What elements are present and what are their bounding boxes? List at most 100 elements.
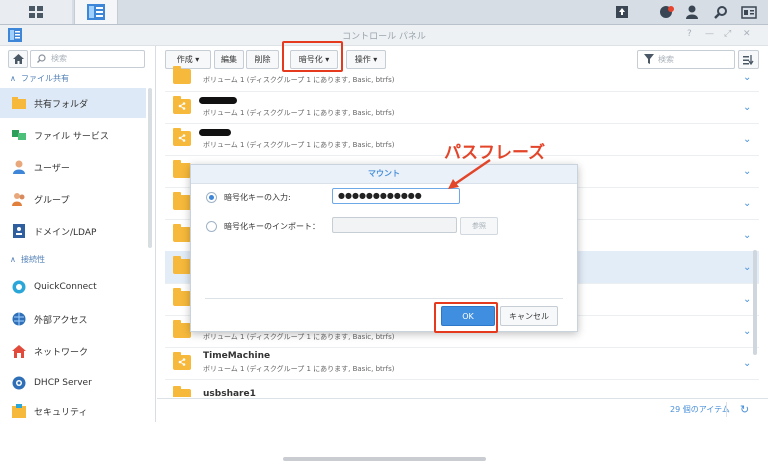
globe-icon [12, 312, 26, 326]
redacted-name [199, 129, 231, 136]
sidebar-item-network[interactable]: ネットワーク [0, 336, 146, 366]
radio-import-key[interactable] [206, 221, 217, 232]
user-icon [686, 5, 698, 19]
row-name: usbshare1 [203, 389, 256, 397]
row-volume: ボリューム 1 (ディスクグループ 1 にあります, Basic, btrfs) [203, 333, 395, 341]
folder-icon [173, 320, 191, 338]
dialog-divider [205, 298, 563, 299]
share-icon [178, 102, 186, 110]
encryption-key-input[interactable]: ●●●●●●●●●●●● [332, 188, 460, 204]
cancel-label: キャンセル [509, 311, 549, 321]
caret-down-icon: ▾ [195, 55, 200, 64]
radio-enter-key[interactable] [206, 192, 217, 203]
section-file-sharing[interactable]: ∧ ファイル共有 [10, 73, 69, 84]
chevron-down-icon[interactable]: ⌄ [743, 294, 751, 305]
chevron-down-icon[interactable]: ⌄ [743, 358, 751, 369]
table-row[interactable]: ボリューム 1 (ディスクグループ 1 にあります, Basic, btrfs)… [165, 91, 759, 124]
file-services-icon [12, 128, 26, 142]
sidebar-item-security[interactable]: セキュリティ [0, 400, 146, 422]
user-button[interactable] [680, 0, 704, 24]
folder-icon [173, 66, 191, 84]
home-button[interactable] [8, 50, 28, 68]
widget-icon [741, 5, 757, 19]
chevron-down-icon[interactable]: ⌄ [743, 72, 751, 83]
dialog-title: マウント [191, 165, 577, 184]
chat-notification-icon [660, 6, 674, 18]
window-title: コントロール パネル [342, 32, 426, 42]
row-volume: ボリューム 1 (ディスクグループ 1 にあります, Basic, btrfs) [203, 141, 395, 149]
folder-icon [173, 386, 191, 397]
folder-icon [173, 288, 191, 306]
sort-icon [743, 54, 754, 65]
close-icon[interactable]: ✕ [743, 29, 751, 39]
table-row[interactable]: TimeMachine ボリューム 1 (ディスクグループ 1 にあります, B… [165, 347, 759, 380]
sidebar-search-placeholder: 検索 [51, 54, 67, 63]
list-scrollbar[interactable] [753, 250, 757, 355]
folder-icon [173, 224, 191, 242]
password-dots: ●●●●●●●●●●●● [338, 191, 422, 200]
ok-highlight-box [434, 302, 498, 333]
chevron-down-icon[interactable]: ⌄ [743, 134, 751, 145]
key-file-path-field[interactable] [332, 217, 457, 233]
sidebar-item-user[interactable]: ユーザー [0, 152, 146, 182]
home-icon [12, 54, 24, 64]
main-menu-button[interactable] [0, 0, 72, 24]
search-button[interactable] [709, 0, 733, 24]
folder-icon [173, 160, 191, 178]
section-file-sharing-label: ファイル共有 [20, 74, 69, 83]
chevron-down-icon[interactable]: ⌄ [743, 262, 751, 273]
browse-label: 参照 [472, 222, 486, 230]
chevron-down-icon[interactable]: ⌄ [743, 326, 751, 337]
sidebar-item-domain-ldap[interactable]: ドメイン/LDAP [0, 216, 146, 246]
grid-icon [29, 6, 43, 18]
maximize-icon[interactable]: ⤢ [724, 29, 731, 39]
upload-button[interactable] [610, 0, 634, 24]
chevron-down-icon[interactable]: ⌄ [743, 166, 751, 177]
sidebar-item-shared-folder[interactable]: 共有フォルダ [0, 88, 146, 118]
edit-label: 編集 [221, 55, 237, 64]
help-icon[interactable]: ? [687, 29, 692, 39]
sidebar-item-file-services[interactable]: ファイル サービス [0, 120, 146, 150]
section-connectivity[interactable]: ∧ 接続性 [10, 254, 45, 265]
sidebar-scrollbar[interactable] [148, 88, 152, 248]
action-label: 操作 [354, 55, 371, 64]
sidebar-item-label: QuickConnect [34, 282, 97, 292]
sidebar-item-quickconnect[interactable]: QuickConnect [0, 272, 146, 302]
redacted-name [199, 97, 237, 104]
sidebar-item-label: 外部アクセス [34, 315, 88, 326]
sidebar-search-input[interactable]: 検索 [30, 50, 145, 68]
search-icon [714, 6, 727, 19]
cancel-button[interactable]: キャンセル [500, 306, 558, 326]
group-icon [12, 192, 26, 206]
chevron-down-icon[interactable]: ⌄ [743, 230, 751, 241]
control-panel-taskbar-button[interactable] [74, 0, 118, 24]
sidebar-item-dhcp-server[interactable]: DHCP Server [0, 368, 146, 398]
minimize-icon[interactable]: — [705, 29, 714, 39]
widgets-button[interactable] [737, 0, 761, 24]
footer-divider [726, 402, 727, 417]
share-icon [178, 134, 186, 142]
delete-label: 削除 [254, 55, 271, 64]
notifications-button[interactable] [655, 0, 679, 24]
item-count: 29 個のアイテム [670, 405, 730, 414]
home-indicator [283, 457, 486, 461]
filter-icon [644, 54, 654, 64]
chevron-down-icon[interactable]: ⌄ [743, 102, 751, 113]
table-row[interactable]: usbshare1 [165, 379, 759, 397]
chevron-down-icon[interactable]: ⌄ [743, 198, 751, 209]
quickconnect-icon [12, 280, 26, 294]
taskbar [0, 0, 768, 25]
annotation-arrow-icon [448, 158, 491, 189]
sidebar-item-external-access[interactable]: 外部アクセス [0, 304, 146, 334]
sidebar-item-group[interactable]: グループ [0, 184, 146, 214]
sidebar-item-label: DHCP Server [34, 378, 92, 388]
network-house-icon [12, 344, 26, 358]
sidebar-item-label: セキュリティ [34, 407, 88, 418]
shared-folder-icon [12, 96, 26, 110]
browse-button[interactable]: 参照 [460, 217, 498, 235]
refresh-icon[interactable]: ↻ [740, 403, 749, 416]
chevron-up-icon: ∧ [10, 255, 16, 264]
folder-icon [173, 352, 191, 370]
table-row[interactable]: ボリューム 1 (ディスクグループ 1 にあります, Basic, btrfs)… [165, 66, 759, 92]
section-connectivity-label: 接続性 [20, 255, 45, 264]
